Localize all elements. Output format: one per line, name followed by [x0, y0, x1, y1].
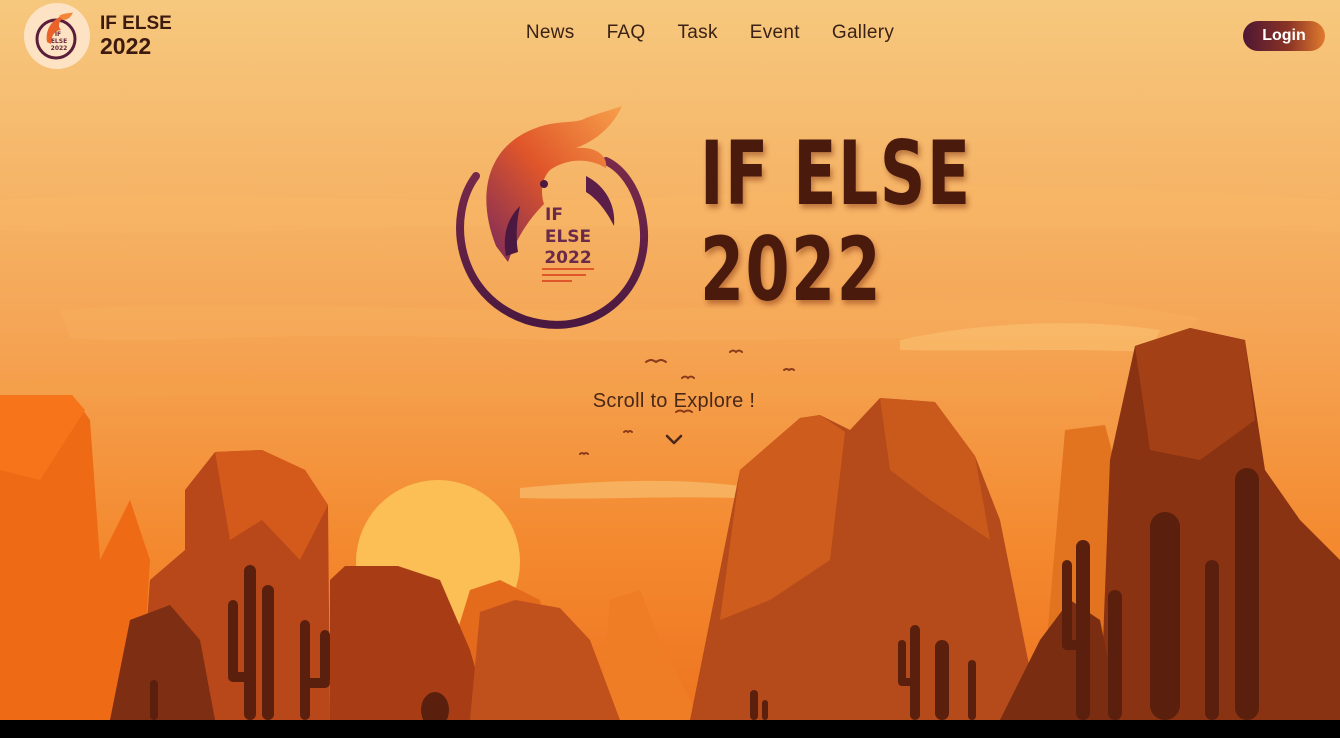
- svg-text:IF: IF: [55, 31, 61, 38]
- brand-home-link[interactable]: IF ELSE 2022 IF ELSE 2022: [24, 3, 172, 69]
- nav-news-link[interactable]: News: [526, 22, 575, 44]
- phoenix-logo-icon: IF ELSE 2022: [24, 3, 90, 69]
- hero-title: IF ELSE 2022: [700, 130, 972, 314]
- brand-name-line2: 2022: [100, 32, 152, 59]
- hero-title-line1: IF ELSE: [700, 122, 972, 225]
- svg-text:2022: 2022: [51, 45, 68, 52]
- svg-text:2022: 2022: [544, 248, 591, 268]
- scroll-to-explore-text: Scroll to Explore !: [592, 390, 756, 412]
- nav-event-link[interactable]: Event: [750, 22, 800, 44]
- nav-gallery-link[interactable]: Gallery: [832, 22, 894, 44]
- hero-phoenix-logo-icon: IF ELSE 2022: [456, 106, 648, 329]
- login-button[interactable]: Login: [1243, 21, 1325, 51]
- top-navbar: IF ELSE 2022 IF ELSE 2022 News FAQ Task …: [0, 0, 1340, 72]
- brand-name: IF ELSE 2022: [100, 12, 172, 59]
- brand-name-line1: IF ELSE: [100, 12, 172, 34]
- hero-viewport: IF ELSE 2022 IF ELSE 2022 News FAQ Task …: [0, 0, 1340, 720]
- chevron-down-icon[interactable]: [664, 432, 684, 448]
- svg-text:IF: IF: [545, 205, 563, 225]
- svg-text:ELSE: ELSE: [51, 38, 67, 45]
- main-nav: News FAQ Task Event Gallery: [0, 22, 1340, 44]
- nav-task-link[interactable]: Task: [677, 22, 717, 44]
- desert-background: [0, 0, 1340, 720]
- hero-title-line2: 2022: [700, 218, 883, 321]
- bottom-black-bar: [0, 720, 1340, 738]
- nav-faq-link[interactable]: FAQ: [607, 22, 646, 44]
- svg-text:ELSE: ELSE: [545, 227, 591, 247]
